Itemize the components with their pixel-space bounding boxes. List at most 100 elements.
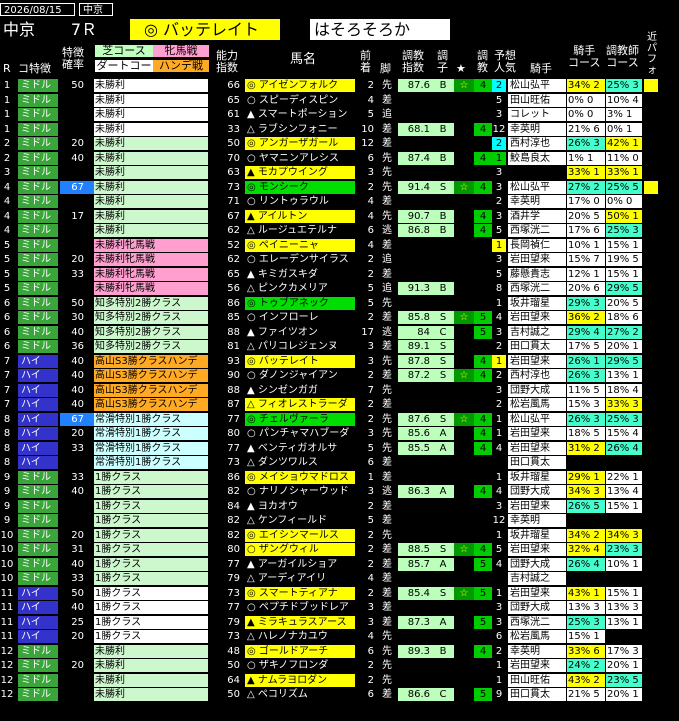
table-row[interactable]: 9 ミドル 33 1勝クラス 86 ◎ メイショウマドロス 1 差 1 坂井瑠星 29% 1 22% … xyxy=(0,470,679,485)
horse-name-cell[interactable]: ○ ペプチドブッドレア xyxy=(245,601,355,614)
table-row[interactable]: 11 ハイ 50 1勝クラス 73 ◎ スマートティアナ 2 差 85.4 S ☆ 5 1 岩田望来 43%… xyxy=(0,586,679,601)
table-row[interactable]: 5 ミドル 未勝利牝馬戦 56 △ ピンクカメリア 5 追 91.3 B 8 西塚洸二 20% 6 29… xyxy=(0,282,679,296)
table-row[interactable]: 5 ミドル 未勝利牝馬戦 52 ◎ ペイニーニャ 4 差 1 長岡禎仁 10% 1 15% 1 xyxy=(0,238,679,253)
horse-name-cell[interactable]: ▲ ナムラヨロダン xyxy=(245,673,355,687)
trainer-course-cell: 3% 1 xyxy=(606,108,642,121)
table-row[interactable]: 8 ハイ 67 常滑特別1勝クラス 77 ◎ チェルヴァーラ 2 先 87.6 S ☆ 4 1 松山弘平 2… xyxy=(0,412,679,427)
horse-name-cell[interactable]: ▲ アイルトン xyxy=(245,209,355,223)
table-row[interactable]: 12 ミドル 未勝利 48 ◎ ゴールドアーチ 6 先 89.3 B 4 2 幸英明 33% 6 17% … xyxy=(0,644,679,659)
horse-name-cell[interactable]: ◎ エイシンマールス xyxy=(245,528,355,542)
horse-name-cell[interactable]: ○ ヤマニンアレシス xyxy=(245,152,355,165)
table-row[interactable]: 4 ミドル 17 未勝利 67 ▲ アイルトン 4 先 90.7 B 4 3 酒井学 20% 5 50% 1 xyxy=(0,209,679,224)
col-train: 調 教 xyxy=(477,49,488,74)
table-row[interactable]: 5 ミドル 20 未勝利牝馬戦 62 ○ エレーデンサイラス 2 追 3 岩田望来 15% 7 19%… xyxy=(0,253,679,267)
horse-name-cell[interactable]: ◎ ゴールドアーチ xyxy=(245,644,355,658)
horse-name-cell[interactable]: △ パリコレジェンヌ xyxy=(245,340,355,353)
horse-name-cell[interactable]: △ ダンツワルス xyxy=(245,456,355,469)
table-row[interactable]: 10 ミドル 40 1勝クラス 77 ▲ アーガイルショア 2 差 85.7 A 5 4 団野大成 26%… xyxy=(0,557,679,572)
venue-tab[interactable]: 中京 xyxy=(79,3,113,16)
table-row[interactable]: 7 ハイ 40 高山S3勝クラスハンデ 93 ◎ バッテレイト 3 先 87.8 S 4 1 岩田望来 2… xyxy=(0,354,679,369)
table-row[interactable]: 1 ミドル 50 未勝利 66 ◎ アイゼンフォルク 2 先 87.6 B ☆ 4 2 松山弘平 34% 2… xyxy=(0,79,679,93)
horse-name-cell[interactable]: ▲ スマートポーション xyxy=(245,108,355,121)
horse-name-cell[interactable]: ◎ バッテレイト xyxy=(245,354,355,368)
horse-name-cell[interactable]: ○ パンチャマハブーダ xyxy=(245,427,355,440)
horse-name-cell[interactable]: ▲ ミラキュラスアース xyxy=(245,615,355,629)
table-row[interactable]: 9 ミドル 40 1勝クラス 82 ○ ナリノシャーウッド 3 逃 86.3 A 4 4 団野大成 34%… xyxy=(0,485,679,499)
horse-name-cell[interactable]: ▲ モカプウイング xyxy=(245,166,355,179)
table-row[interactable]: 2 ミドル 40 未勝利 70 ○ ヤマニンアレシス 6 先 87.4 B 4 1 鮫島良太 1% 1 11… xyxy=(0,151,679,166)
horse-name-cell[interactable]: ○ エレーデンサイラス xyxy=(245,253,355,266)
table-row[interactable]: 6 ミドル 50 知多特別2勝クラス 86 ◎ トゥブアネック 5 先 1 坂井瑠星 29% 3 20… xyxy=(0,296,679,311)
horse-name-cell[interactable]: ▲ アーガイルショア xyxy=(245,558,355,571)
table-row[interactable]: 12 ミドル 20 未勝利 50 ○ ザキノフロンダ 2 先 1 岩田望来 24% 2 20% 1 xyxy=(0,659,679,673)
table-row[interactable]: 7 ハイ 40 高山S3勝クラスハンデ 88 ▲ シンゼンガガ 7 先 3 団野大成 11% 5 18… xyxy=(0,383,679,398)
horse-name-cell[interactable]: ▲ キミガスキダ xyxy=(245,268,355,281)
chokyo-index-cell: 91.3 xyxy=(398,282,432,295)
jockey-cell: 吉村誠之 xyxy=(508,325,566,339)
horse-name-cell[interactable]: △ ケンフィールド xyxy=(245,514,355,527)
course-feature-cell: ミドル xyxy=(18,195,58,208)
table-row[interactable]: 4 ミドル 未勝利 71 ○ リントゥラウル 4 差 2 幸英明 17% 0 0% 0 xyxy=(0,195,679,209)
trainer-course-cell: 13% 1 xyxy=(606,369,642,382)
horse-name-cell[interactable]: △ ハレノナカユウ xyxy=(245,630,355,643)
table-row[interactable]: 4 ミドル 67 未勝利 73 ◎ モンシーク 2 先 91.4 S ☆ 4 3 松山弘平 27% 2 25%… xyxy=(0,180,679,195)
horse-name-cell[interactable]: ◎ ペイニーニャ xyxy=(245,238,355,252)
table-row[interactable]: 7 ハイ 40 高山S3勝クラスハンデ 87 △ フィオレストラーダ 2 差 2 松岩風馬 15% … xyxy=(0,398,679,412)
table-row[interactable]: 6 ミドル 30 知多特別2勝クラス 85 ○ インフローレ 2 差 85.8 S ☆ 5 4 岩田望来 3… xyxy=(0,311,679,325)
horse-name-cell[interactable]: ○ ナリノシャーウッド xyxy=(245,485,355,498)
table-row[interactable]: 8 ハイ 20 常滑特別1勝クラス 80 ○ パンチャマハブーダ 3 先 85.6 A 4 1 岩田望来… xyxy=(0,427,679,441)
table-row[interactable]: 11 ハイ 40 1勝クラス 77 ○ ペプチドブッドレア 3 差 3 団野大成 13% 3 13% … xyxy=(0,601,679,615)
horse-name-cell[interactable]: △ ラブシンフォニー xyxy=(245,123,355,136)
horse-name-cell[interactable]: ◎ アンガーザガール xyxy=(245,137,355,150)
table-row[interactable]: 1 ミドル 未勝利 33 △ ラブシンフォニー 10 差 68.1 B 4 12 幸英明 21% 6 0%… xyxy=(0,122,679,137)
table-row[interactable]: 8 ハイ 33 常滑特別1勝クラス 77 ▲ ベンティガオルサ 5 先 85.5 A 4 4 岩田望来 3… xyxy=(0,441,679,456)
table-row[interactable]: 6 ミドル 40 知多特別2勝クラス 88 ▲ ファイツオン 17 逃 84 C 5 3 吉村誠之 29%… xyxy=(0,325,679,340)
table-row[interactable]: 2 ミドル 20 未勝利 50 ◎ アンガーザガール 12 差 2 西村淳也 26% 3 42% 1 xyxy=(0,137,679,151)
horse-name-cell[interactable]: ○ スピーディスピン xyxy=(245,94,355,107)
table-row[interactable]: 9 ミドル 1勝クラス 84 ▲ ヨカオウ 2 差 3 岩田望来 26% 5 15% 1 xyxy=(0,499,679,514)
horse-name-cell[interactable]: ○ ザキノフロンダ xyxy=(245,659,355,672)
race-class-cell: 未勝利 xyxy=(94,108,208,121)
table-row[interactable]: 10 ミドル 20 1勝クラス 82 ◎ エイシンマールス 2 先 1 坂井瑠星 34% 2 34% … xyxy=(0,528,679,543)
horse-name-cell[interactable]: △ アーディアイリ xyxy=(245,572,355,585)
horse-name-cell[interactable]: △ フィオレストラーダ xyxy=(245,398,355,411)
horse-name-cell[interactable]: ○ ダノンジャイアン xyxy=(245,369,355,382)
table-row[interactable]: 1 ミドル 未勝利 61 ▲ スマートポーション 5 追 3 コレット 0% 0 3% 1 xyxy=(0,108,679,122)
horse-name-cell[interactable]: ◎ チェルヴァーラ xyxy=(245,412,355,426)
table-row[interactable]: 10 ミドル 31 1勝クラス 80 ○ ザングウィル 2 差 88.5 S ☆ 4 5 岩田望来 32% … xyxy=(0,543,679,557)
table-row[interactable]: 9 ミドル 1勝クラス 82 △ ケンフィールド 5 差 12 幸英明 xyxy=(0,514,679,528)
popularity-cell: 5 xyxy=(495,94,503,106)
horse-name-cell[interactable]: △ ルージュエテルナ xyxy=(245,224,355,237)
horse-name-cell[interactable]: ○ リントゥラウル xyxy=(245,195,355,208)
popularity-cell: 3 xyxy=(495,616,503,628)
table-row[interactable]: 11 ハイ 20 1勝クラス 73 △ ハレノナカユウ 4 先 6 松岩風馬 15% 1 xyxy=(0,630,679,644)
horse-name-cell[interactable]: △ ペコリズム xyxy=(245,688,355,701)
table-row[interactable]: 7 ハイ 40 高山S3勝クラスハンデ 90 ○ ダノンジャイアン 2 差 87.2 S ☆ 4 2 西村… xyxy=(0,369,679,383)
horse-name-cell[interactable]: △ ピンクカメリア xyxy=(245,282,355,295)
horse-name-cell[interactable]: ○ インフローレ xyxy=(245,311,355,324)
horse-name-cell[interactable]: ◎ モンシーク xyxy=(245,180,355,194)
horse-name-cell[interactable]: ◎ トゥブアネック xyxy=(245,296,355,310)
race-class-cell: 未勝利 xyxy=(94,180,208,194)
col-horse: 馬名 xyxy=(290,52,317,67)
horse-name-cell[interactable]: ▲ ファイツオン xyxy=(245,326,355,339)
table-row[interactable]: 12 ミドル 未勝利 50 △ ペコリズム 6 差 86.6 C 5 9 田口貫太 21% 5 20% 1 xyxy=(0,688,679,702)
table-row[interactable]: 3 ミドル 未勝利 63 ▲ モカプウイング 3 先 3 33% 1 33% 1 xyxy=(0,166,679,180)
horse-name-cell[interactable]: ◎ メイショウマドロス xyxy=(245,470,355,484)
horse-name-cell[interactable]: ◎ スマートティアナ xyxy=(245,586,355,600)
table-row[interactable]: 4 ミドル 未勝利 62 △ ルージュエテルナ 6 逃 86.8 B 4 5 西塚洸二 17% 6 25%… xyxy=(0,224,679,238)
jockey-cell: 坂井瑠星 xyxy=(508,528,566,542)
table-row[interactable]: 5 ミドル 33 未勝利牝馬戦 65 ▲ キミガスキダ 2 差 5 藤懸貴志 12% 1 15% 1 xyxy=(0,267,679,282)
popularity-cell: 6 xyxy=(495,631,503,642)
horse-name-cell[interactable]: ▲ シンゼンガガ xyxy=(245,384,355,397)
table-row[interactable]: 8 ハイ 常滑特別1勝クラス 73 △ ダンツワルス 6 差 田口貫太 xyxy=(0,456,679,470)
horse-name-cell[interactable]: ▲ ベンティガオルサ xyxy=(245,442,355,455)
table-row[interactable]: 1 ミドル 未勝利 65 ○ スピーディスピン 4 差 5 田山旺佑 0% 0 10% 4 xyxy=(0,93,679,108)
horse-name-cell[interactable]: ○ ザングウィル xyxy=(245,543,355,556)
table-row[interactable]: 11 ハイ 25 1勝クラス 79 ▲ ミラキュラスアース 3 差 87.3 A 5 3 西塚洸二 25%… xyxy=(0,615,679,630)
table-row[interactable]: 6 ミドル 36 知多特別2勝クラス 81 △ パリコレジェンヌ 3 差 89.1 S 2 田口貫太 1… xyxy=(0,340,679,354)
horse-name-cell[interactable]: ▲ ヨカオウ xyxy=(245,500,355,513)
table-row[interactable]: 12 ミドル 未勝利 64 ▲ ナムラヨロダン 2 先 1 田山旺佑 43% 2 23% 5 xyxy=(0,673,679,688)
table-row[interactable]: 10 ミドル 33 1勝クラス 79 △ アーディアイリ 4 差 吉村誠之 xyxy=(0,572,679,586)
horse-name-cell[interactable]: ◎ アイゼンフォルク xyxy=(245,79,355,92)
